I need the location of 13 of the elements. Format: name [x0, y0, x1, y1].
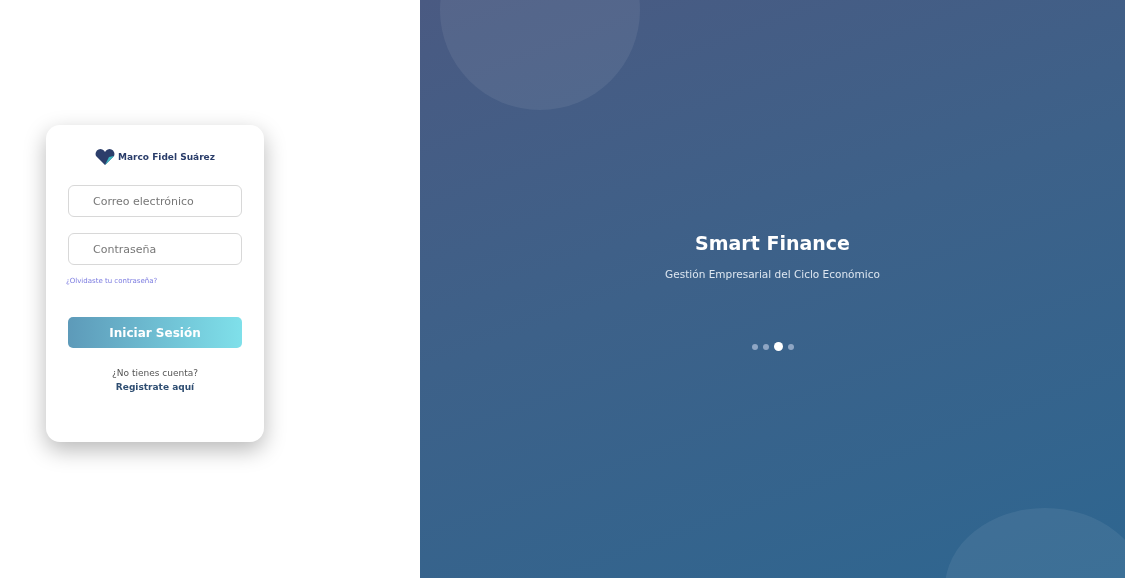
slide-dot[interactable]: [773, 342, 783, 351]
email-field[interactable]: Correo electrónico: [68, 185, 242, 217]
signup-prompt: ¿No tienes cuenta?: [111, 368, 199, 378]
hero-title: Smart Finance: [695, 232, 850, 254]
slide-dot[interactable]: [751, 343, 758, 350]
slide-dot[interactable]: [762, 343, 769, 350]
login-button[interactable]: Iniciar Sesión: [68, 317, 242, 348]
heart-logo-icon: [95, 149, 116, 165]
logo-text: Marco Fidel Suárez: [118, 152, 215, 162]
slide-dot[interactable]: [787, 343, 794, 350]
signup-link[interactable]: Registrate aquí: [68, 382, 242, 392]
password-field[interactable]: Contraseña: [68, 233, 242, 265]
hero-subtitle: Gestión Empresarial del Ciclo Económico: [665, 268, 880, 280]
